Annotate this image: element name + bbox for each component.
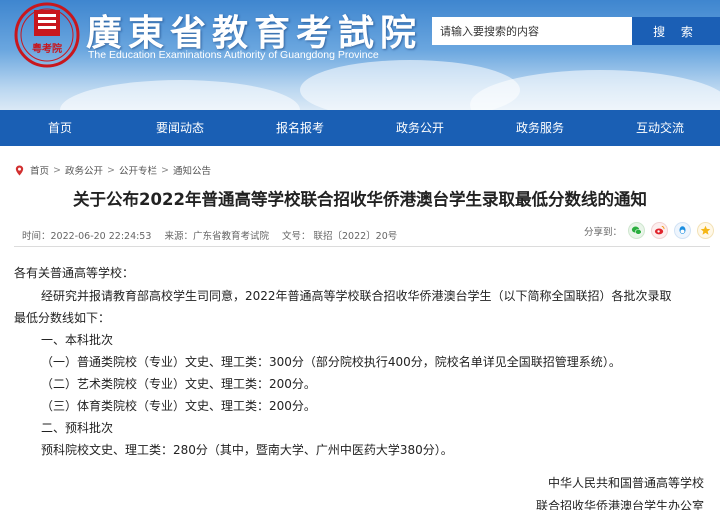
- item-general: （一）普通类院校（专业）文史、理工类：300分（部分院校执行400分，院校名单详…: [41, 355, 621, 369]
- nav-item-interaction[interactable]: 互动交流: [600, 110, 720, 146]
- site-logo-icon[interactable]: 粤考院: [14, 2, 80, 68]
- section-preparatory: 二、预科批次: [41, 421, 114, 435]
- share-label: 分享到：: [584, 226, 623, 238]
- nav-item-government-affairs[interactable]: 政务公开: [360, 110, 480, 146]
- wechat-icon[interactable]: [628, 222, 646, 239]
- breadcrumb-separator: >: [107, 164, 115, 176]
- nav-item-government-services[interactable]: 政务服务: [480, 110, 600, 146]
- article-source: 来源：广东省教育考试院: [164, 231, 269, 242]
- section-undergraduate: 一、本科批次: [41, 333, 114, 347]
- signature-line-1: 中华人民共和国普通高等学校: [547, 476, 704, 490]
- greeting: 各有关普通高等学校：: [14, 266, 135, 280]
- location-pin-icon: [15, 164, 24, 176]
- qzone-icon[interactable]: [697, 222, 715, 239]
- breadcrumb-public-column[interactable]: 公开专栏: [119, 163, 157, 177]
- signature-line-2: 联合招收华侨港澳台学生办公室: [535, 499, 704, 510]
- qq-icon[interactable]: [674, 222, 692, 239]
- item-arts: （二）艺术类院校（专业）文史、理工类：200分。: [41, 377, 316, 391]
- intro-paragraph-cont: 最低分数线如下：: [14, 311, 111, 325]
- breadcrumb-separator: >: [53, 164, 61, 176]
- logo-text: 粤考院: [32, 42, 62, 55]
- meta-divider: [14, 246, 710, 247]
- main-nav: 首页 要闻动态 报名报考 政务公开 政务服务 互动交流: [0, 110, 720, 146]
- breadcrumb-home[interactable]: 首页: [30, 163, 49, 177]
- search-button[interactable]: 搜 索: [632, 17, 720, 45]
- nav-item-news[interactable]: 要闻动态: [120, 110, 240, 146]
- article-title: 关于公布2022年普通高等学校联合招收华侨港澳台学生录取最低分数线的通知: [73, 190, 647, 209]
- nav-item-home[interactable]: 首页: [0, 110, 120, 146]
- publish-time: 时间：2022-06-20 22:24:53: [22, 231, 152, 242]
- item-sports: （三）体育类院校（专业）文史、理工类：200分。: [41, 399, 316, 413]
- search-input[interactable]: [432, 17, 632, 45]
- intro-paragraph: 经研究并报请教育部高校学生司同意，2022年普通高等学校联合招收华侨港澳台学生（…: [41, 289, 672, 303]
- header-banner: 粤考院 廣東省教育考試院 The Education Examinations …: [0, 0, 720, 110]
- cloud-decoration: [60, 80, 300, 110]
- breadcrumb-notices[interactable]: 通知公告: [173, 163, 211, 177]
- weibo-icon[interactable]: [651, 222, 669, 239]
- site-subtitle: The Education Examinations Authority of …: [88, 49, 379, 61]
- item-preparatory: 预科院校文史、理工类：280分（其中，暨南大学、广州中医药大学380分）。: [41, 443, 453, 457]
- article-meta: 时间：2022-06-20 22:24:53 来源：广东省教育考试院 文号： 联…: [22, 228, 407, 242]
- nav-item-registration[interactable]: 报名报考: [240, 110, 360, 146]
- document-number: 文号： 联招〔2022〕20号: [281, 231, 398, 242]
- share-bar: 分享到：: [584, 222, 715, 239]
- breadcrumb: 首页 > 政务公开 > 公开专栏 > 通知公告: [14, 163, 211, 177]
- breadcrumb-separator: >: [160, 164, 169, 176]
- breadcrumb-government-affairs[interactable]: 政务公开: [65, 163, 103, 177]
